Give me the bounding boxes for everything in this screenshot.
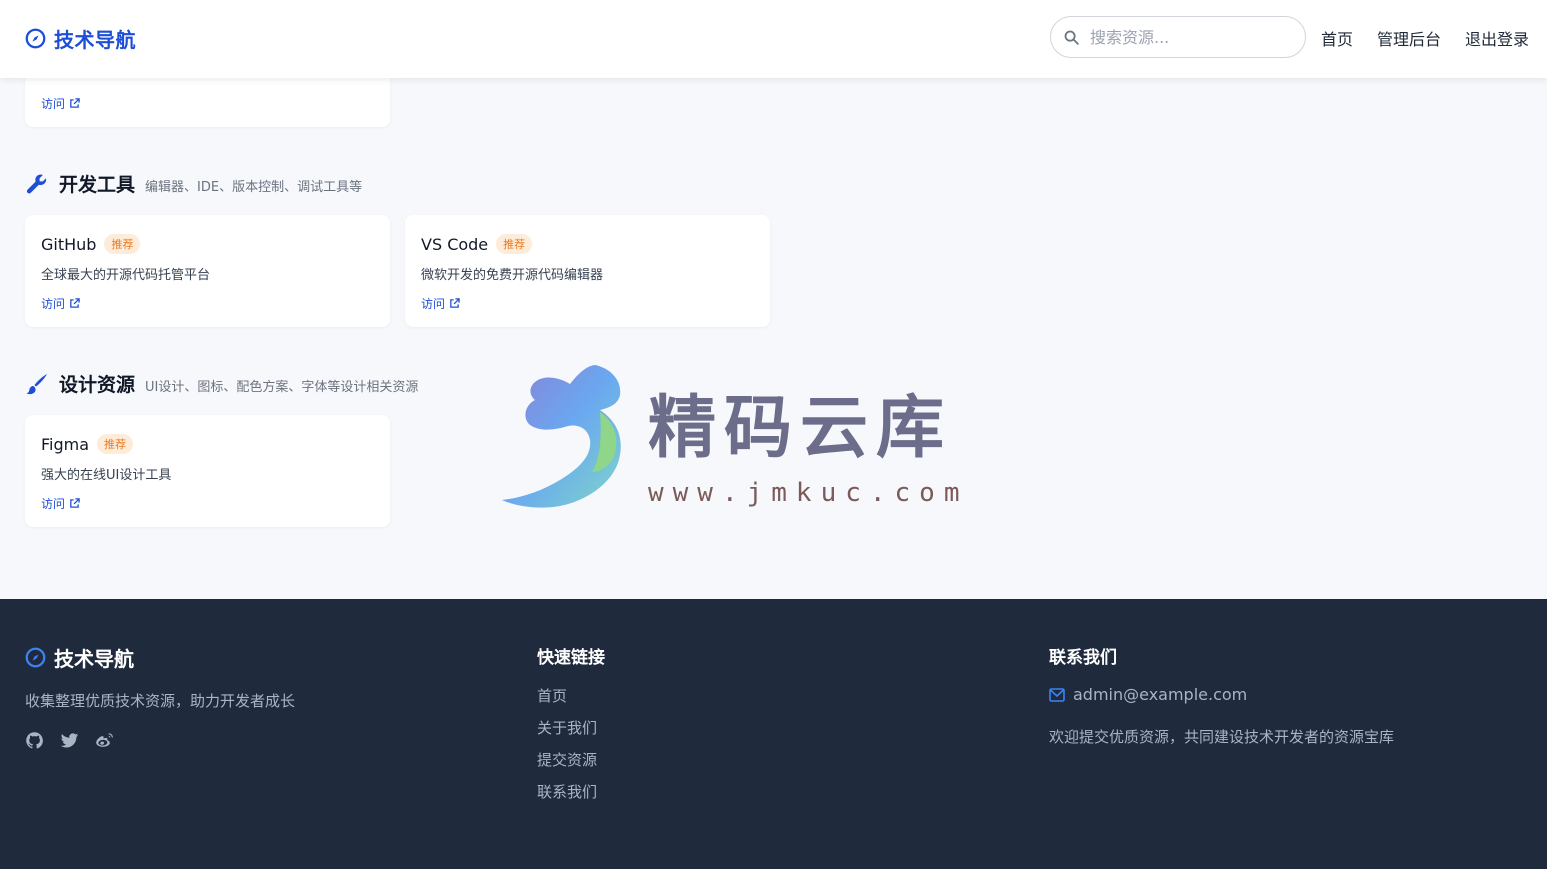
recommend-badge: 推荐 bbox=[97, 434, 134, 454]
search-icon bbox=[1064, 30, 1079, 45]
external-link-icon bbox=[70, 298, 80, 308]
envelope-icon bbox=[1049, 687, 1065, 702]
weibo-icon[interactable] bbox=[95, 731, 114, 750]
watermark: 精码云库 www.jmkuc.com bbox=[500, 360, 1040, 510]
quick-links-title: 快速链接 bbox=[537, 648, 605, 668]
visit-link[interactable]: 访问 bbox=[41, 95, 80, 112]
card-name: GitHub bbox=[41, 234, 97, 254]
visit-link[interactable]: 访问 bbox=[41, 495, 80, 512]
section-dev-tools: 开发工具 编辑器、IDE、版本控制、调试工具等 bbox=[25, 170, 362, 197]
recommend-badge: 推荐 bbox=[104, 234, 141, 254]
contact-welcome: 欢迎提交优质资源，共同建设技术开发者的资源宝库 bbox=[1049, 728, 1395, 746]
search-box[interactable] bbox=[1050, 16, 1306, 58]
watermark-text: 精码云库 bbox=[648, 388, 953, 468]
resource-card-github[interactable]: GitHub 推荐 全球最大的开源代码托管平台 访问 bbox=[25, 215, 390, 327]
section-name: 开发工具 bbox=[59, 174, 136, 196]
visit-link[interactable]: 访问 bbox=[421, 295, 460, 312]
card-name: VS Code bbox=[421, 234, 489, 254]
github-icon[interactable] bbox=[25, 731, 44, 750]
visit-link[interactable]: 访问 bbox=[41, 295, 80, 312]
footer-link-contact[interactable]: 联系我们 bbox=[537, 781, 597, 802]
footer-slogan: 收集整理优质技术资源，助力开发者成长 bbox=[25, 692, 296, 710]
search-input[interactable] bbox=[1090, 27, 1290, 47]
wrench-icon bbox=[26, 174, 47, 193]
footer-brand[interactable]: 技术导航 bbox=[25, 643, 134, 672]
dragon-logo-icon bbox=[502, 365, 621, 508]
social-links bbox=[25, 731, 114, 750]
resource-card-figma[interactable]: Figma 推荐 强大的在线UI设计工具 访问 bbox=[25, 415, 390, 527]
card-desc: 微软开发的免费开源代码编辑器 bbox=[421, 268, 604, 283]
contact-title: 联系我们 bbox=[1049, 648, 1117, 668]
recommend-badge: 推荐 bbox=[496, 234, 533, 254]
nav-admin[interactable]: 管理后台 bbox=[1377, 26, 1441, 50]
brand-name: 技术导航 bbox=[54, 28, 136, 52]
resource-card-vscode[interactable]: VS Code 推荐 微软开发的免费开源代码编辑器 访问 bbox=[405, 215, 770, 327]
card-name: Figma bbox=[41, 434, 90, 454]
top-header: 技术导航 首页 管理后台 退出登录 bbox=[0, 0, 1547, 78]
section-design: 设计资源 UI设计、图标、配色方案、字体等设计相关资源 bbox=[25, 370, 418, 397]
paintbrush-icon bbox=[26, 373, 47, 394]
contact-email[interactable]: admin@example.com bbox=[1049, 685, 1247, 704]
footer-brand-name: 技术导航 bbox=[54, 647, 134, 671]
footer-link-about[interactable]: 关于我们 bbox=[537, 717, 597, 738]
external-link-icon bbox=[70, 498, 80, 508]
external-link-icon bbox=[70, 98, 80, 108]
compass-icon bbox=[25, 647, 46, 668]
external-link-icon bbox=[450, 298, 460, 308]
nav-home[interactable]: 首页 bbox=[1321, 26, 1353, 50]
footer-link-home[interactable]: 首页 bbox=[537, 685, 567, 706]
section-name: 设计资源 bbox=[59, 374, 136, 396]
twitter-icon[interactable] bbox=[60, 731, 79, 750]
footer-link-submit[interactable]: 提交资源 bbox=[537, 749, 597, 770]
footer: 技术导航 收集整理优质技术资源，助力开发者成长 快速链接 首页 关于我们 提交资… bbox=[0, 599, 1547, 869]
section-desc: 编辑器、IDE、版本控制、调试工具等 bbox=[145, 180, 363, 195]
card-desc: 强大的在线UI设计工具 bbox=[41, 468, 172, 483]
section-desc: UI设计、图标、配色方案、字体等设计相关资源 bbox=[145, 380, 419, 395]
card-desc: 全球最大的开源代码托管平台 bbox=[41, 268, 211, 283]
brand-logo[interactable]: 技术导航 bbox=[25, 24, 136, 53]
nav-logout[interactable]: 退出登录 bbox=[1465, 26, 1529, 50]
compass-icon bbox=[25, 28, 46, 49]
watermark-url: www.jmkuc.com bbox=[648, 478, 969, 508]
